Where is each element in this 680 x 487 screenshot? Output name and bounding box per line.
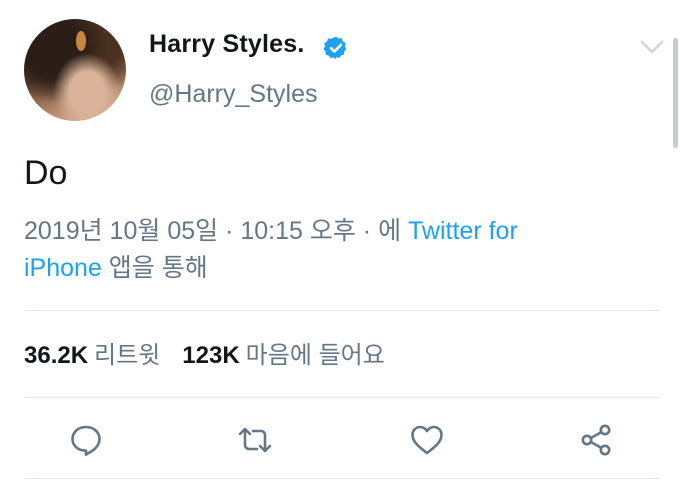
retweet-button[interactable] xyxy=(236,421,274,459)
author-name[interactable]: Harry Styles. xyxy=(149,30,304,59)
tweet-detail: Harry Styles. @Harry_Styles Do 2019년 10월… xyxy=(0,0,680,487)
divider xyxy=(24,478,660,479)
share-button[interactable] xyxy=(577,421,615,459)
client-link-continued[interactable]: iPhone xyxy=(24,254,102,282)
verified-badge-icon xyxy=(323,36,347,60)
retweet-count: 36.2K xyxy=(24,342,89,369)
meta-separator: · xyxy=(218,217,241,245)
like-label: 마음에 들어요 xyxy=(245,342,385,369)
retweet-icon xyxy=(238,427,272,453)
author-handle[interactable]: @Harry_Styles xyxy=(149,80,317,109)
tweet-text: Do xyxy=(24,154,68,192)
tweet-stats: 36.2K 리트윗 123K 마음에 들어요 xyxy=(24,335,385,370)
avatar[interactable] xyxy=(24,19,126,121)
retweet-label: 리트윗 xyxy=(94,342,161,369)
tweet-time: 10:15 오후 xyxy=(240,217,356,245)
divider xyxy=(24,397,660,398)
reply-button[interactable] xyxy=(67,421,105,459)
meta-separator: · 에 xyxy=(355,217,409,245)
tweet-date: 2019년 10월 05일 xyxy=(24,217,219,245)
share-icon xyxy=(581,424,611,456)
avatar-highlight xyxy=(76,31,86,51)
like-count: 123K xyxy=(182,342,240,369)
retweet-stat[interactable]: 36.2K 리트윗 xyxy=(24,342,160,369)
chevron-down-icon[interactable] xyxy=(640,40,664,54)
reply-icon xyxy=(71,425,101,456)
heart-icon xyxy=(411,425,443,455)
scrollbar[interactable] xyxy=(673,38,678,148)
divider xyxy=(24,310,660,311)
like-stat[interactable]: 123K 마음에 들어요 xyxy=(182,342,385,369)
client-link[interactable]: Twitter for xyxy=(408,217,518,245)
tweet-meta: 2019년 10월 05일 · 10:15 오후 · 에 Twitter for… xyxy=(24,213,624,287)
like-button[interactable] xyxy=(408,421,446,459)
via-suffix: 앱을 통해 xyxy=(101,254,208,282)
